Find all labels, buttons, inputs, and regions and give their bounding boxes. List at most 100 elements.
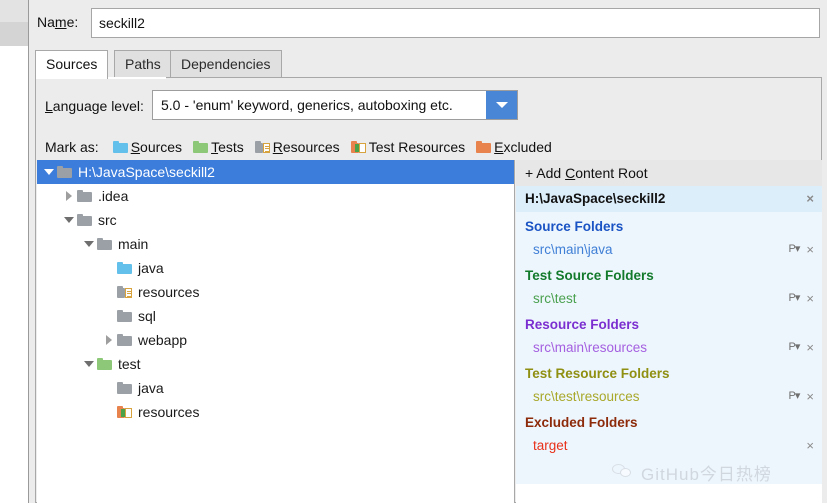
folder-test-resources-icon	[350, 141, 366, 153]
folder-row-actions: P▾ ×	[789, 287, 814, 310]
folder-path-row[interactable]: src\main\java P▾ ×	[516, 238, 822, 261]
content-panes: H:\JavaSpace\seckill2 .idea src main java res…	[37, 160, 822, 503]
chevron-down-icon[interactable]	[81, 232, 97, 256]
tree-node-label: java	[138, 260, 164, 276]
tree-row[interactable]: test	[37, 352, 514, 376]
tree-node-label: sql	[138, 308, 156, 324]
tree-row[interactable]: java	[37, 376, 514, 400]
tab-dependencies[interactable]: Dependencies	[170, 50, 282, 78]
mark-as-tests-button[interactable]: Tests	[193, 139, 244, 155]
name-label: Name:	[37, 14, 79, 30]
close-icon[interactable]: ×	[806, 434, 814, 457]
name-input[interactable]	[91, 8, 820, 38]
chevron-down-icon[interactable]	[61, 208, 77, 232]
folder-grey-icon	[117, 334, 132, 346]
folder-grey-icon	[97, 238, 112, 250]
folder-grey-icon	[77, 190, 92, 202]
tree-row[interactable]: main	[37, 232, 514, 256]
chevron-right-icon[interactable]	[101, 328, 117, 352]
mark-as-excluded-label: Excluded	[494, 139, 552, 155]
folder-grey-icon	[57, 166, 72, 178]
tree-row[interactable]: java	[37, 256, 514, 280]
tree-row[interactable]: H:\JavaSpace\seckill2	[37, 160, 514, 184]
folder-path: src\test\resources	[533, 389, 640, 404]
mark-as-test-resources-button[interactable]: Test Resources	[350, 139, 465, 155]
mark-as-resources-label: Resources	[272, 139, 340, 155]
folder-row-actions: P▾ ×	[789, 336, 814, 359]
folder-tests-icon	[97, 358, 112, 370]
close-icon[interactable]: ×	[806, 287, 814, 310]
folder-resources-icon	[117, 286, 132, 298]
package-prefix-icon[interactable]: P▾	[789, 287, 801, 310]
content-root-path-row[interactable]: H:\JavaSpace\seckill2 ×	[516, 186, 822, 212]
tree-row[interactable]: .idea	[37, 184, 514, 208]
tree-row[interactable]: sql	[37, 304, 514, 328]
close-icon[interactable]: ×	[806, 238, 814, 261]
chevron-down-icon[interactable]	[486, 91, 517, 119]
chevron-down-icon[interactable]	[81, 352, 97, 376]
mark-as-sources-label: Sources	[130, 139, 183, 155]
close-icon[interactable]: ×	[806, 385, 814, 408]
content-root-detail-body: H:\JavaSpace\seckill2 × Source Folders src\…	[516, 186, 822, 484]
chevron-right-icon[interactable]	[61, 184, 77, 208]
folder-grey-icon	[117, 382, 132, 394]
close-icon[interactable]: ×	[806, 186, 814, 212]
folder-row-actions: P▾ ×	[789, 385, 814, 408]
content-root-tree[interactable]: H:\JavaSpace\seckill2 .idea src main java res…	[37, 160, 515, 503]
package-prefix-icon[interactable]: P▾	[789, 238, 801, 261]
watermark-text: GitHub今日热榜	[641, 464, 772, 484]
tree-node-label: java	[138, 380, 164, 396]
folder-test-resources-icon	[117, 406, 132, 418]
mark-as-label: Mark as:	[45, 139, 99, 155]
add-content-root-button[interactable]: + Add Content Root	[516, 160, 822, 186]
language-level-select[interactable]: 5.0 - 'enum' keyword, generics, autoboxi…	[152, 90, 518, 120]
tree-node-label: test	[118, 356, 141, 372]
mark-as-excluded-button[interactable]: Excluded	[476, 139, 552, 155]
folder-group-header: Resource Folders	[525, 317, 640, 332]
tree-row[interactable]: src	[37, 208, 514, 232]
close-icon[interactable]: ×	[806, 336, 814, 359]
folder-path-row[interactable]: src\test P▾ ×	[516, 287, 822, 310]
folder-group-header: Source Folders	[525, 219, 624, 234]
folder-path: src\main\resources	[533, 340, 648, 355]
mark-as-resources-button[interactable]: Resources	[254, 139, 340, 155]
tab-sources[interactable]: Sources	[35, 50, 109, 79]
tree-twisty-spacer	[101, 376, 117, 400]
name-row: Name:	[29, 0, 827, 46]
left-edge-strip	[0, 0, 28, 503]
chevron-down-icon[interactable]	[41, 160, 57, 184]
tree-node-label: resources	[138, 404, 200, 420]
folder-sources-icon	[117, 262, 132, 274]
folder-group-header: Test Source Folders	[525, 268, 654, 283]
tab-paths[interactable]: Paths	[114, 50, 172, 78]
tree-twisty-spacer	[101, 256, 117, 280]
folder-path: src\main\java	[533, 242, 613, 257]
tree-node-label: resources	[138, 284, 200, 300]
tree-node-label: .idea	[98, 188, 129, 204]
folder-tests-icon	[193, 141, 209, 153]
mark-as-tests-label: Tests	[211, 139, 244, 155]
mark-as-sources-button[interactable]: Sources	[112, 139, 183, 155]
folder-path-row[interactable]: target ×	[516, 434, 822, 457]
folder-path-row[interactable]: src\main\resources P▾ ×	[516, 336, 822, 359]
folder-path-row[interactable]: src\test\resources P▾ ×	[516, 385, 822, 408]
folder-resources-icon	[254, 141, 270, 153]
tree-node-label: main	[118, 236, 149, 252]
tree-node-label: src	[98, 212, 117, 228]
tree-node-label: H:\JavaSpace\seckill2	[78, 164, 215, 180]
tree-row[interactable]: resources	[37, 280, 514, 304]
package-prefix-icon[interactable]: P▾	[789, 385, 801, 408]
tree-row[interactable]: resources	[37, 400, 514, 424]
package-prefix-icon[interactable]: P▾	[789, 336, 801, 359]
content-root-path: H:\JavaSpace\seckill2	[525, 191, 666, 206]
tree-row[interactable]: webapp	[37, 328, 514, 352]
wechat-icon	[612, 463, 634, 481]
left-strip-block-mid	[0, 22, 28, 46]
